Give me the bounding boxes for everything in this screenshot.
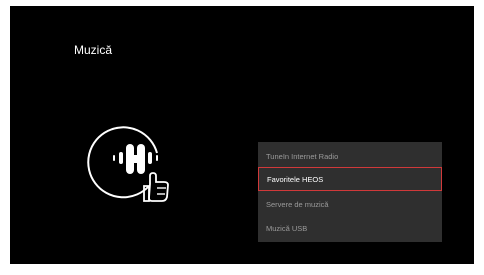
menu-item-tunein[interactable]: TuneIn Internet Radio [258,144,442,168]
menu-item-heos-favorites[interactable]: Favoritele HEOS [258,167,442,191]
heos-logo-icon [86,122,186,204]
page-title: Muzică [74,43,113,57]
menu-item-label: Servere de muzică [266,199,329,209]
source-menu: TuneIn Internet Radio Favoritele HEOS Se… [258,142,442,242]
menu-item-label: Favoritele HEOS [267,174,324,184]
menu-item-music-servers[interactable]: Servere de muzică [258,192,442,216]
tv-screen: Muzică TuneIn Internet Radio Favoritele … [10,6,474,264]
menu-item-usb-music[interactable]: Muzică USB [258,216,442,240]
menu-item-label: Muzică USB [266,223,308,233]
menu-item-label: TuneIn Internet Radio [266,151,339,161]
